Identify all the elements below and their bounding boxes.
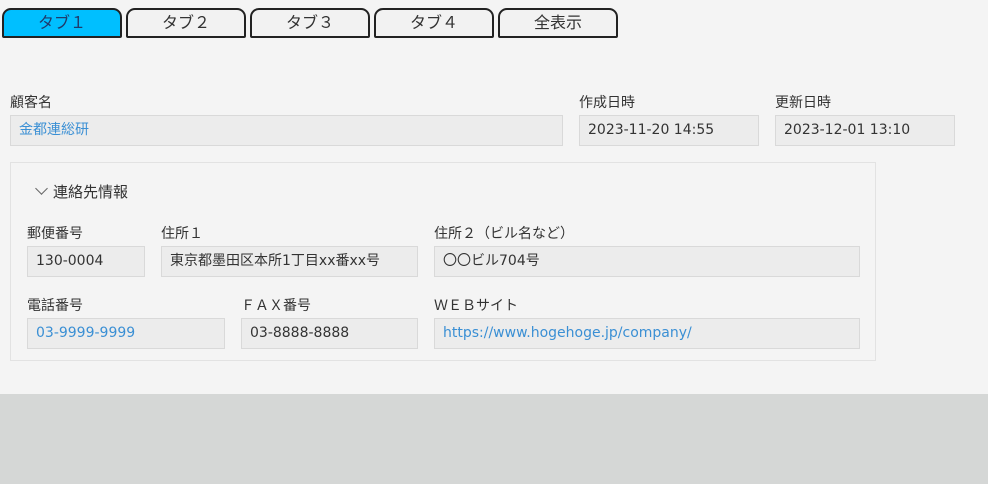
fax-field[interactable]: 03-8888-8888 — [241, 318, 418, 349]
updated-at-field[interactable]: 2023-12-01 13:10 — [775, 115, 955, 146]
phone-field[interactable]: 03-9999-9999 — [27, 318, 225, 349]
phone-label: 電話番号 — [27, 298, 83, 314]
address2-field[interactable]: 〇〇ビル704号 — [434, 246, 860, 277]
chevron-down-icon — [35, 182, 48, 195]
address2-label: 住所２（ビル名など） — [434, 226, 574, 242]
record-page: タブ１ タブ２ タブ３ タブ４ 全表示 顧客名 金都連総研 作成日時 2023-… — [0, 0, 988, 394]
contact-info-section: 連絡先情報 郵便番号 130-0004 住所１ 東京都墨田区本所1丁目xx番xx… — [10, 162, 876, 361]
customer-name-label: 顧客名 — [10, 95, 52, 111]
contact-info-toggle[interactable]: 連絡先情報 — [35, 181, 128, 202]
footer-area — [0, 394, 988, 484]
website-field[interactable]: https://www.hogehoge.jp/company/ — [434, 318, 860, 349]
postal-code-label: 郵便番号 — [27, 226, 83, 242]
address1-label: 住所１ — [161, 226, 203, 242]
tab-show-all[interactable]: 全表示 — [498, 8, 618, 38]
fax-label: ＦＡＸ番号 — [241, 298, 311, 314]
updated-at-label: 更新日時 — [775, 95, 831, 111]
customer-name-field[interactable]: 金都連総研 — [10, 115, 563, 146]
tab-4[interactable]: タブ４ — [374, 8, 494, 38]
created-at-field[interactable]: 2023-11-20 14:55 — [579, 115, 759, 146]
tab-1[interactable]: タブ１ — [2, 8, 122, 38]
created-at-label: 作成日時 — [579, 95, 635, 111]
tab-2[interactable]: タブ２ — [126, 8, 246, 38]
website-label: ＷＥＢサイト — [434, 298, 518, 314]
postal-code-field[interactable]: 130-0004 — [27, 246, 145, 277]
contact-info-header: 連絡先情報 — [53, 183, 129, 201]
address1-field[interactable]: 東京都墨田区本所1丁目xx番xx号 — [161, 246, 418, 277]
tab-3[interactable]: タブ３ — [250, 8, 370, 38]
